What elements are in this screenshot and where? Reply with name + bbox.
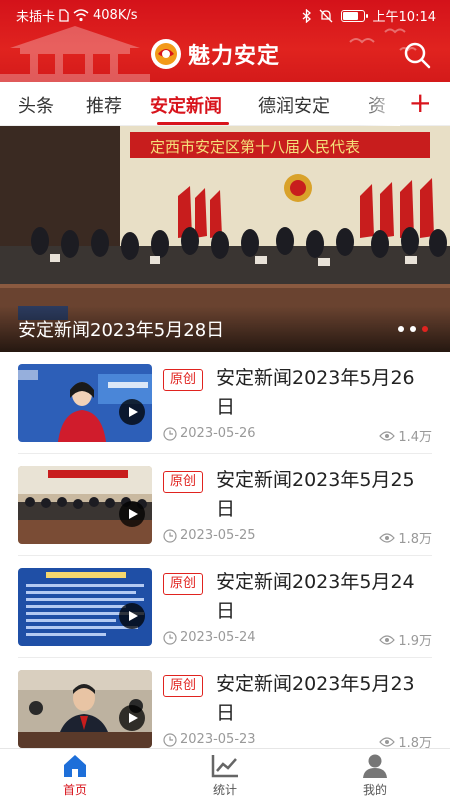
tab-recommend[interactable]: 推荐 [86,92,122,118]
news-views-text: 1.8万 [398,532,432,547]
app-header: 未插卡 408K/s 上午10:14 魅力安定 [0,0,450,82]
clock-icon [163,528,177,543]
nav-mine[interactable]: 我的 [335,753,415,798]
app-brand: 魅力安定 [150,38,280,70]
eye-icon [379,430,396,441]
news-item[interactable]: 原创 安定新闻2023年5月26日 2023-05-26 1.4万 [18,352,432,454]
chart-icon [211,755,238,778]
original-tag: 原创 [163,369,203,391]
nav-statistics-label: 统计 [212,783,237,797]
play-icon[interactable] [119,399,145,425]
news-title[interactable]: 安定新闻2023年5月25日 [216,466,432,524]
news-date: 2023-05-25 [163,528,256,543]
status-bar: 未插卡 408K/s 上午10:14 [0,0,450,28]
news-item[interactable]: 原创 安定新闻2023年5月23日 2023-05-23 1.8万 [18,658,432,760]
nav-mine-label: 我的 [362,783,387,797]
news-date-text: 2023-05-26 [180,426,256,441]
app-logo-icon [151,39,181,69]
news-views: 1.8万 [379,528,432,547]
carousel-indicator [398,326,428,332]
carrier-text: 未插卡 [16,10,56,25]
wifi-icon [73,9,89,22]
search-icon[interactable] [402,40,432,70]
tab-anding-news[interactable]: 安定新闻 [150,92,222,118]
news-views: 1.9万 [379,630,432,649]
play-icon[interactable] [119,603,145,629]
active-tab-underline [157,122,229,125]
eye-icon [379,532,396,543]
backdrop-banner-text: 定西市安定区第十八届人民代表 [150,138,360,156]
play-icon[interactable] [119,501,145,527]
carousel-dot[interactable] [410,326,416,332]
home-icon [64,755,86,777]
news-title[interactable]: 安定新闻2023年5月23日 [216,670,432,728]
news-views-text: 1.4万 [398,430,432,445]
news-list: 原创 安定新闻2023年5月26日 2023-05-26 1.4万 原创 安定新… [0,352,450,760]
nav-home[interactable]: 首页 [35,753,115,798]
mute-icon [319,9,332,22]
bottom-navigation: 首页 统计 我的 [0,748,450,800]
tab-derun-anding[interactable]: 德润安定 [258,92,330,118]
original-tag: 原创 [163,675,203,697]
news-title[interactable]: 安定新闻2023年5月26日 [216,364,432,422]
news-date: 2023-05-23 [163,732,256,747]
news-title[interactable]: 安定新闻2023年5月24日 [216,568,432,626]
tabs-fade [360,82,400,126]
news-item[interactable]: 原创 安定新闻2023年5月24日 2023-05-24 1.9万 [18,556,432,658]
add-tab-icon[interactable]: + [409,88,432,118]
nav-home-label: 首页 [62,783,87,797]
sim-icon [59,9,69,22]
nav-statistics[interactable]: 统计 [185,753,265,798]
network-speed: 408K/s [93,8,138,23]
app-title: 魅力安定 [188,44,281,69]
banner-carousel[interactable]: 定西市安定区第十八届人民代表 安定新闻2023年5月28日 [0,126,450,352]
eye-icon [379,634,396,645]
tab-headlines[interactable]: 头条 [18,92,54,118]
news-date-text: 2023-05-24 [180,630,256,645]
clock-icon [163,426,177,441]
clock-icon [163,732,177,747]
clock-time: 上午10:14 [372,10,436,25]
user-icon [363,754,387,778]
news-views-text: 1.9万 [398,634,432,649]
news-date: 2023-05-24 [163,630,256,645]
category-tabs: 头条 推荐 安定新闻 德润安定 资 + [0,82,450,126]
news-views: 1.4万 [379,426,432,445]
battery-icon [340,9,368,22]
original-tag: 原创 [163,471,203,493]
carousel-dot-active[interactable] [422,326,428,332]
clock-icon [163,630,177,645]
news-item[interactable]: 原创 安定新闻2023年5月25日 2023-05-25 1.8万 [18,454,432,556]
play-icon[interactable] [119,705,145,731]
news-date-text: 2023-05-25 [180,528,256,543]
eye-icon [379,736,396,747]
news-date: 2023-05-26 [163,426,256,441]
news-date-text: 2023-05-23 [180,732,256,747]
bluetooth-icon [302,8,311,23]
original-tag: 原创 [163,573,203,595]
banner-caption[interactable]: 安定新闻2023年5月28日 [18,316,224,342]
carousel-dot[interactable] [398,326,404,332]
